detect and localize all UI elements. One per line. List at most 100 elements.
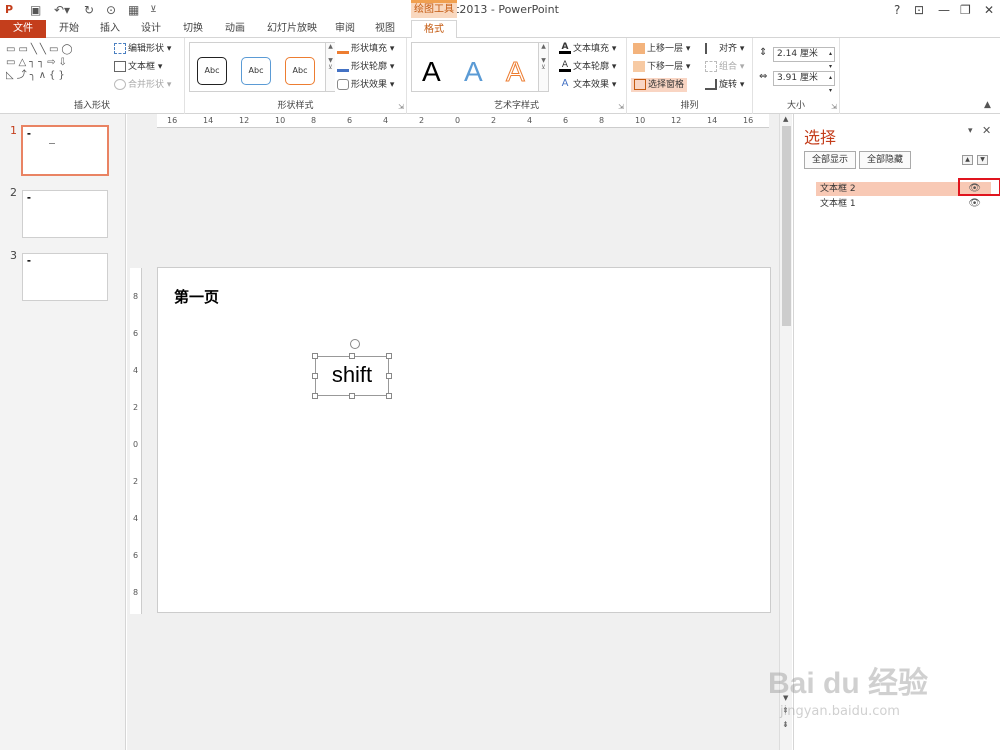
shapes-gallery[interactable]: ▭▭╲╲▭◯ ▭△┐┐⇨⇩ ◺⤴╮∧{} <box>6 43 102 82</box>
resize-handle-w[interactable] <box>312 373 318 379</box>
scroll-up-icon[interactable]: ▲ <box>783 115 788 123</box>
tab-design[interactable]: 设计 <box>134 20 168 38</box>
textbox-button[interactable]: 文本框 ▾ <box>114 60 162 74</box>
align-label: 对齐 <box>719 44 738 54</box>
ruler-tick-label: 10 <box>635 116 646 125</box>
collapse-ribbon-icon[interactable]: ▲ <box>984 100 991 110</box>
bring-forward-button[interactable]: 上移一层 ▾ <box>633 42 690 56</box>
shape-style-1[interactable]: Abc <box>197 57 227 85</box>
tab-format[interactable]: 格式 <box>411 20 457 39</box>
edit-shape-icon <box>114 43 126 54</box>
visibility-eye-icon[interactable]: 👁 <box>968 197 981 211</box>
dialog-launcher-icon[interactable]: ⇲ <box>618 103 624 111</box>
width-value: 3.91 厘米 <box>777 73 818 83</box>
tab-review[interactable]: 审阅 <box>330 20 360 38</box>
tab-transitions[interactable]: 切换 <box>176 20 210 38</box>
height-input[interactable]: 2.14 厘米 ▴ ▾ <box>773 47 835 70</box>
wordart-gallery[interactable]: A A A ▲ ▼ ⊻ <box>411 42 549 92</box>
ribbon: ▭▭╲╲▭◯ ▭△┐┐⇨⇩ ◺⤴╮∧{} 编辑形状 ▾ 文本框 ▾ 合并形状 ▾ 插… <box>0 38 1000 114</box>
selection-item-textbox-1[interactable]: 文本框 1 👁 <box>816 197 991 211</box>
text-outline-label: 文本轮廓 <box>573 62 610 72</box>
ruler-tick-label: 16 <box>743 116 754 125</box>
height-spinner[interactable]: ▴ ▾ <box>829 47 832 73</box>
wordart-style-3[interactable]: A <box>506 56 526 88</box>
bring-forward-icon <box>633 43 645 54</box>
move-down-icon[interactable]: ▼ <box>977 155 988 165</box>
resize-handle-se[interactable] <box>386 393 392 399</box>
close-button[interactable]: ✕ <box>984 2 994 18</box>
resize-handle-sw[interactable] <box>312 393 318 399</box>
rotate-handle[interactable] <box>350 339 360 349</box>
resize-handle-s[interactable] <box>349 393 355 399</box>
shape-styles-gallery[interactable]: Abc Abc Abc ▲ ▼ ⊻ <box>189 42 335 92</box>
ribbon-display-button[interactable]: ⊡ <box>914 2 924 18</box>
wordart-style-2[interactable]: A <box>464 56 483 88</box>
width-spinner[interactable]: ▴ ▾ <box>829 71 832 97</box>
selection-pane-button[interactable]: 选择窗格 <box>631 78 688 92</box>
group-size: ⇕ 2.14 厘米 ▴ ▾ ⇔ 3.91 厘米 ▴ ▾ 大小 ⇲ <box>753 38 840 114</box>
tab-home[interactable]: 开始 <box>52 20 86 38</box>
merge-shapes-button[interactable]: 合并形状 ▾ <box>114 78 171 92</box>
restore-button[interactable]: ❐ <box>960 2 971 18</box>
shape-style-2[interactable]: Abc <box>241 57 271 85</box>
text-fill-button[interactable]: A 文本填充 ▾ <box>559 42 616 56</box>
ruler-tick-label: 4 <box>133 366 139 375</box>
tab-file[interactable]: 文件 <box>0 20 46 38</box>
shape-effects-button[interactable]: 形状效果 ▾ <box>337 78 394 92</box>
tab-view[interactable]: 视图 <box>370 20 400 38</box>
text-effects-label: 文本效果 <box>573 80 610 90</box>
group-button[interactable]: 组合 ▾ <box>705 60 744 74</box>
dialog-launcher-icon[interactable]: ⇲ <box>398 103 404 111</box>
slide-thumbnail-1[interactable]: ▬ <box>21 125 109 176</box>
text-outline-button[interactable]: A 文本轮廓 ▾ <box>559 60 616 74</box>
shape-outline-button[interactable]: 形状轮廓 ▾ <box>337 60 394 74</box>
text-effects-button[interactable]: A 文本效果 ▾ <box>559 78 617 92</box>
resize-handle-e[interactable] <box>386 373 392 379</box>
height-icon: ⇕ <box>759 47 768 58</box>
wordart-style-1[interactable]: A <box>422 56 441 88</box>
ruler-tick-label: 4 <box>133 514 139 523</box>
tab-insert[interactable]: 插入 <box>92 20 128 38</box>
gallery-scroll[interactable]: ▲ ▼ ⊻ <box>325 43 335 91</box>
textbox-icon <box>114 61 126 72</box>
group-arrange: 上移一层 ▾ 下移一层 ▾ 选择窗格 对齐 ▾ 组合 ▾ 旋转 ▾ 排列 <box>627 38 753 114</box>
slide-canvas[interactable]: 第一页 shift <box>157 267 771 613</box>
hide-all-button[interactable]: 全部隐藏 <box>859 151 911 169</box>
shape-effects-icon <box>337 79 349 90</box>
resize-handle-nw[interactable] <box>312 353 318 359</box>
textbox-text[interactable]: shift <box>316 361 388 389</box>
help-button[interactable]: ? <box>894 2 900 18</box>
dialog-launcher-icon[interactable]: ⇲ <box>831 103 837 111</box>
slide-thumbnail-2[interactable]: ▬ <box>22 190 108 238</box>
send-backward-button[interactable]: 下移一层 ▾ <box>633 60 690 74</box>
selected-textbox[interactable]: shift <box>312 339 392 399</box>
tab-animations[interactable]: 动画 <box>218 20 252 38</box>
rotate-icon <box>705 79 717 90</box>
watermark-url: jingyan.baidu.com <box>780 704 900 719</box>
gallery-scroll[interactable]: ▲ ▼ ⊻ <box>538 43 548 91</box>
minimize-button[interactable]: — <box>938 2 950 18</box>
resize-handle-n[interactable] <box>349 353 355 359</box>
slide-title[interactable]: 第一页 <box>174 286 219 307</box>
show-all-button[interactable]: 全部显示 <box>804 151 856 169</box>
slide-thumbnail-3[interactable]: ▬ <box>22 253 108 301</box>
ruler-tick-label: 0 <box>455 116 461 125</box>
title-bar: P ▣ ↶▾ ↻ ⊙ ▦ ⊻ ppt2013 - PowerPoint 绘图工具… <box>0 0 1000 20</box>
pane-close-icon[interactable]: ✕ <box>982 124 991 137</box>
height-value: 2.14 厘米 <box>777 49 818 59</box>
rotate-label: 旋转 <box>719 80 738 90</box>
rotate-button[interactable]: 旋转 ▾ <box>705 78 744 92</box>
edit-shape-button[interactable]: 编辑形状 ▾ <box>114 42 171 56</box>
resize-handle-ne[interactable] <box>386 353 392 359</box>
ribbon-tabs: 文件 开始 插入 设计 切换 动画 幻灯片放映 审阅 视图 格式 <box>0 20 1000 56</box>
move-up-icon[interactable]: ▲ <box>962 155 973 165</box>
align-button[interactable]: 对齐 ▾ <box>705 42 744 56</box>
shape-style-3[interactable]: Abc <box>285 57 315 85</box>
scroll-thumb[interactable] <box>782 126 791 326</box>
width-icon: ⇔ <box>759 71 768 82</box>
thumbnail-title: ▬ <box>27 195 31 200</box>
width-input[interactable]: 3.91 厘米 ▴ ▾ <box>773 71 835 94</box>
pane-options-icon[interactable]: ▾ <box>968 126 973 136</box>
tab-slideshow[interactable]: 幻灯片放映 <box>260 20 324 38</box>
shape-fill-button[interactable]: 形状填充 ▾ <box>337 42 394 56</box>
